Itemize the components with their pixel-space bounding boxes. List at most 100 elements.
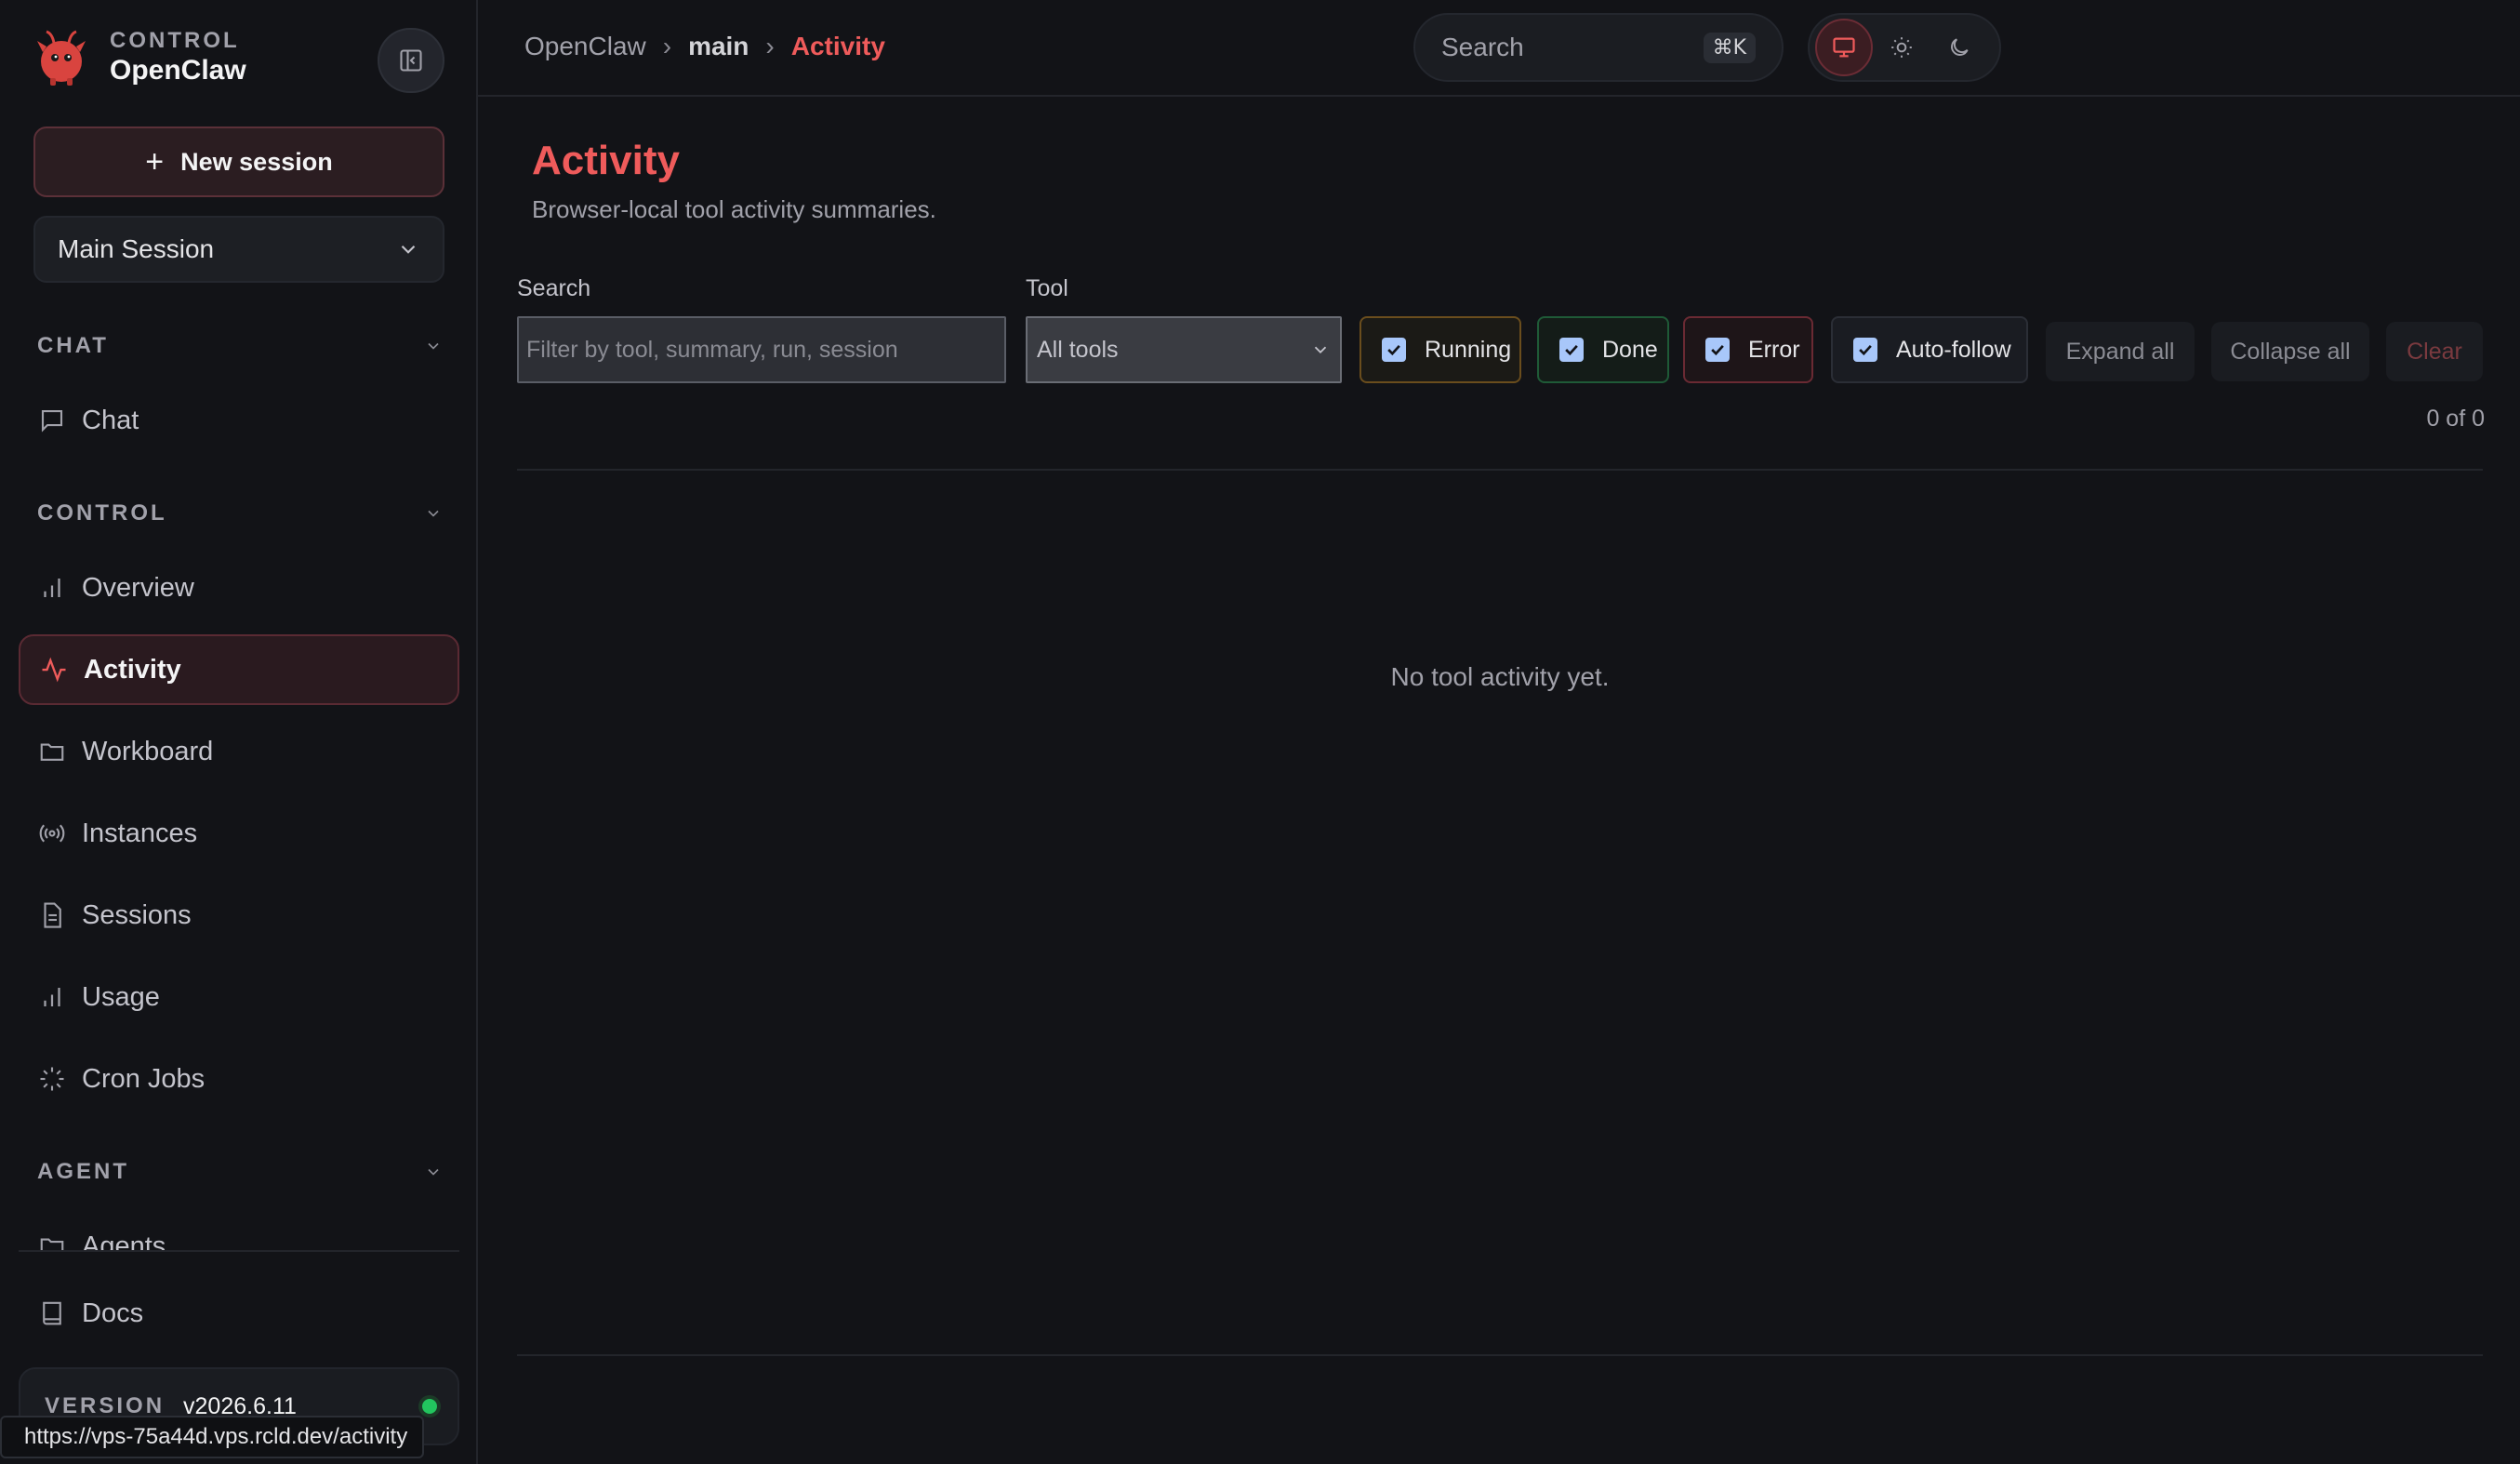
sidebar-item-label: Activity	[84, 654, 181, 685]
document-icon	[37, 900, 67, 930]
new-session-label: New session	[180, 147, 333, 176]
brand-name: OpenClaw	[110, 55, 246, 86]
filter-running-checkbox[interactable]: Running	[1359, 316, 1521, 383]
sidebar-item-agents[interactable]: Agents	[19, 1228, 459, 1252]
breadcrumb-separator: ›	[662, 32, 672, 60]
sidebar-item-sessions[interactable]: Sessions	[19, 880, 459, 951]
filter-label: Error	[1748, 336, 1800, 363]
sidebar-item-usage[interactable]: Usage	[19, 962, 459, 1032]
folder-icon	[37, 737, 67, 766]
theme-light-button[interactable]	[1873, 19, 1930, 76]
bar-chart-icon	[37, 573, 67, 603]
link-url-tooltip: https://vps-75a44d.vps.rcld.dev/activity	[0, 1416, 425, 1458]
tool-select-value: All tools	[1037, 336, 1119, 363]
filter-done-checkbox[interactable]: Done	[1537, 316, 1669, 383]
filter-label: Running	[1425, 336, 1512, 363]
chevron-down-icon	[428, 342, 439, 350]
sidebar-item-label: Overview	[82, 572, 194, 603]
book-icon	[37, 1298, 67, 1328]
message-icon	[37, 406, 67, 435]
radio-icon	[37, 819, 67, 848]
sidebar-item-label: Usage	[82, 981, 160, 1012]
new-session-button[interactable]: + New session	[33, 126, 444, 197]
divider	[517, 1354, 2483, 1356]
sidebar-item-label: Cron Jobs	[82, 1063, 206, 1094]
sidebar-item-chat[interactable]: Chat	[19, 385, 459, 456]
plus-icon: +	[145, 144, 165, 180]
sidebar-item-cron-jobs[interactable]: Cron Jobs	[19, 1044, 459, 1114]
expand-all-button[interactable]: Expand all	[2046, 322, 2195, 381]
search-shortcut: ⌘K	[1703, 32, 1756, 63]
sun-icon	[1891, 37, 1912, 58]
sidebar-item-label: Chat	[82, 405, 139, 435]
page-title: Activity	[532, 138, 680, 183]
session-select-value: Main Session	[58, 234, 215, 263]
sidebar-item-activity[interactable]: Activity	[19, 634, 459, 705]
section-agent-title: AGENT	[37, 1159, 129, 1184]
collapse-sidebar-button[interactable]	[378, 28, 444, 93]
checkbox-checked-icon	[1382, 338, 1406, 362]
brand[interactable]: CONTROL OpenClaw	[33, 28, 246, 87]
topbar: OpenClaw › main › Activity Search ⌘K	[478, 0, 2520, 97]
search-label: Search	[517, 275, 591, 301]
sidebar-item-label: Sessions	[82, 899, 192, 930]
breadcrumb-separator: ›	[765, 32, 775, 60]
sidebar-item-label: Docs	[82, 1298, 144, 1328]
breadcrumb-activity: Activity	[790, 32, 885, 60]
monitor-icon	[1833, 37, 1855, 58]
openclaw-logo-icon	[37, 30, 86, 86]
sidebar: CONTROL OpenClaw + New session Main Sess…	[0, 0, 478, 1464]
sidebar-item-overview[interactable]: Overview	[19, 552, 459, 623]
folder-icon	[37, 1231, 67, 1252]
chevron-down-icon	[1314, 346, 1327, 354]
sidebar-scroll-clip: Agents	[0, 1228, 476, 1252]
breadcrumb: OpenClaw › main › Activity	[524, 32, 885, 61]
sidebar-divider	[19, 1250, 459, 1252]
sidebar-item-instances[interactable]: Instances	[19, 798, 459, 869]
filter-label: Auto-follow	[1896, 336, 2011, 363]
loader-icon	[37, 1064, 67, 1094]
sidebar-item-docs[interactable]: Docs	[19, 1278, 459, 1349]
tool-label: Tool	[1026, 275, 1068, 301]
session-select[interactable]: Main Session	[33, 216, 444, 283]
checkbox-checked-icon	[1559, 338, 1584, 362]
section-control[interactable]: CONTROL	[37, 495, 443, 532]
section-chat[interactable]: CHAT	[37, 327, 443, 365]
checkbox-checked-icon	[1705, 338, 1730, 362]
sidebar-item-label: Workboard	[82, 736, 214, 766]
sidebar-item-workboard[interactable]: Workboard	[19, 716, 459, 787]
theme-switcher	[1808, 13, 2001, 82]
sidebar-toggle-icon	[400, 49, 422, 72]
clear-button[interactable]: Clear	[2386, 322, 2483, 381]
section-agent[interactable]: AGENT	[37, 1153, 443, 1191]
sidebar-item-label: Agents	[82, 1231, 166, 1253]
collapse-all-button[interactable]: Collapse all	[2211, 322, 2369, 381]
activity-search-input[interactable]	[517, 316, 1006, 383]
activity-icon	[39, 655, 69, 685]
activity-count: 0 of 0	[2426, 406, 2485, 432]
chevron-down-icon	[428, 510, 439, 517]
bar-chart-icon	[37, 982, 67, 1012]
empty-state-message: No tool activity yet.	[1390, 662, 1610, 691]
global-search-button[interactable]: Search ⌘K	[1413, 13, 1784, 82]
page-subtitle: Browser-local tool activity summaries.	[532, 195, 936, 223]
section-control-title: CONTROL	[37, 500, 167, 526]
brand-subtitle: CONTROL	[110, 28, 240, 53]
chevron-down-icon	[428, 1168, 439, 1176]
tool-select[interactable]: All tools	[1026, 316, 1342, 383]
connection-status-dot	[422, 1399, 437, 1414]
breadcrumb-main[interactable]: main	[688, 32, 749, 61]
theme-dark-button[interactable]	[1930, 19, 1988, 76]
section-chat-title: CHAT	[37, 333, 109, 358]
filter-label: Done	[1602, 336, 1658, 363]
moon-icon	[1951, 38, 1969, 56]
divider	[517, 469, 2483, 471]
breadcrumb-openclaw[interactable]: OpenClaw	[524, 32, 646, 61]
global-search-placeholder: Search	[1441, 33, 1524, 61]
filter-error-checkbox[interactable]: Error	[1683, 316, 1813, 383]
auto-follow-checkbox[interactable]: Auto-follow	[1831, 316, 2028, 383]
chevron-down-icon	[401, 245, 416, 254]
sidebar-item-label: Instances	[82, 818, 198, 848]
checkbox-checked-icon	[1853, 338, 1877, 362]
theme-system-button[interactable]	[1815, 19, 1873, 76]
